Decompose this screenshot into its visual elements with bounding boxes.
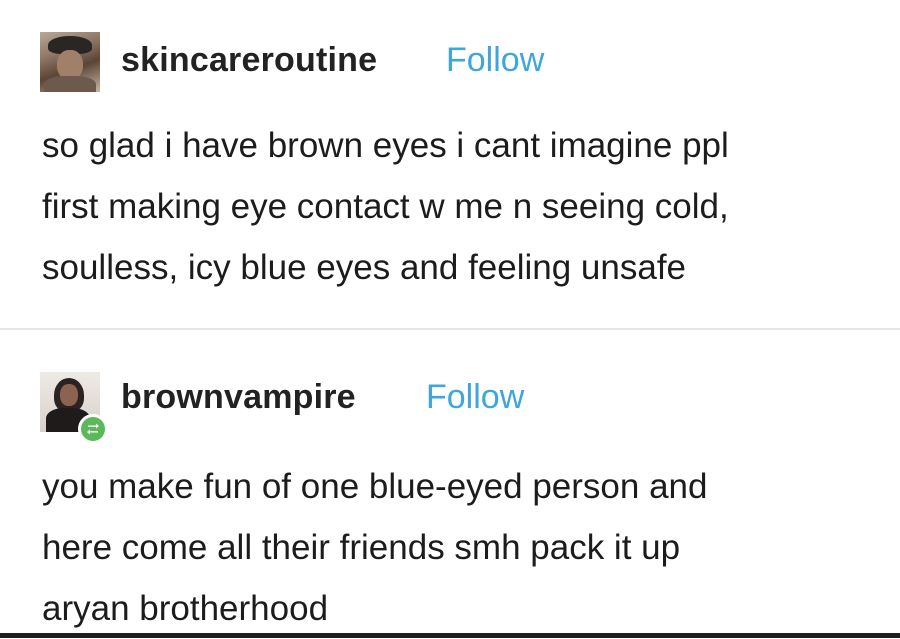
post-reply: brownvampire Follow you make fun of one … (0, 330, 900, 634)
reblog-arrows-icon (87, 423, 99, 435)
post-original: skincareroutine Follow so glad i have br… (0, 0, 900, 328)
post-body-line: you make fun of one blue-eyed person and (42, 467, 708, 506)
post-body-line: aryan brotherhood (42, 589, 329, 628)
avatar[interactable] (40, 32, 100, 92)
post-body: you make fun of one blue-eyed person and… (42, 456, 872, 639)
follow-button[interactable]: Follow (426, 378, 524, 417)
post-username[interactable]: skincareroutine (121, 41, 377, 80)
post-body-line: here come all their friends smh pack it … (42, 528, 681, 567)
post-body-line: so glad i have brown eyes i cant imagine… (42, 126, 729, 165)
post-body: so glad i have brown eyes i cant imagine… (42, 115, 872, 298)
bottom-border (0, 633, 900, 638)
shoulders-shape (44, 76, 96, 92)
face-shape (60, 384, 78, 406)
reblog-icon (78, 414, 108, 444)
post-body-line: soulless, icy blue eyes and feeling unsa… (42, 248, 687, 287)
post-body-line: first making eye contact w me n seeing c… (42, 187, 729, 226)
post-username[interactable]: brownvampire (121, 378, 356, 417)
follow-button[interactable]: Follow (446, 41, 544, 80)
